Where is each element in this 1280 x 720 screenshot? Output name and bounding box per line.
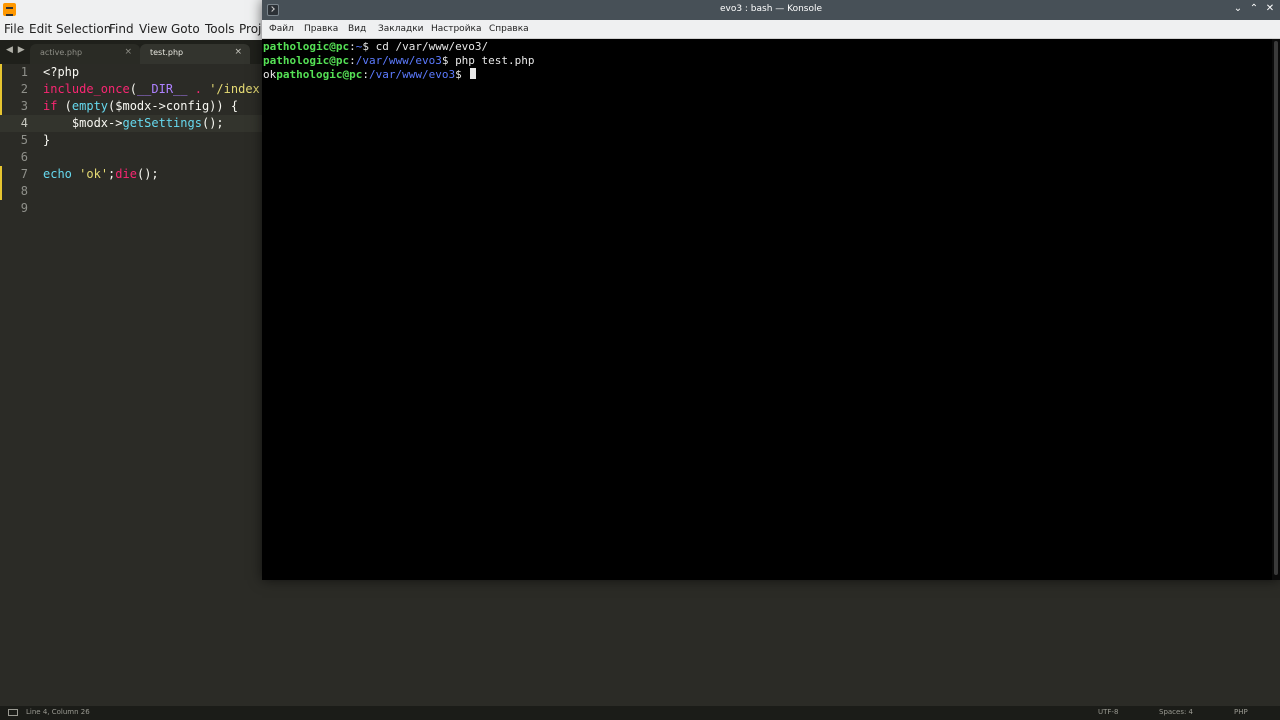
- code-token: (: [57, 99, 72, 113]
- window-title: evo3 : bash — Konsole: [719, 4, 823, 14]
- terminal-output[interactable]: pathologic@pc:~$ cd /var/www/evo3/pathol…: [262, 39, 1272, 580]
- code-token: ($modx->config)) {: [108, 99, 239, 113]
- menu-find[interactable]: Find: [109, 22, 134, 36]
- line-number: 6: [20, 150, 28, 164]
- code-token: '/index: [209, 82, 260, 96]
- code-token: die: [115, 167, 137, 181]
- konsole-menubar: Файл Правка Вид Закладки Настройка Справ…: [262, 20, 1280, 39]
- close-icon[interactable]: ×: [234, 47, 242, 57]
- code-token: empty: [71, 99, 109, 113]
- prompt-symbol: $: [362, 40, 376, 53]
- prompt-path: /var/www/evo3: [355, 54, 442, 67]
- sublime-logo-icon: [3, 3, 16, 16]
- menu-settings[interactable]: Настройка: [431, 24, 482, 34]
- menu-edit[interactable]: Edit: [29, 22, 52, 36]
- cursor-position: Line 4, Column 26: [26, 708, 90, 716]
- code-token: getSettings: [122, 116, 202, 130]
- prompt-user: pathologic@pc: [263, 54, 350, 67]
- maximize-icon[interactable]: ⌃: [1248, 3, 1260, 15]
- tab-active-php[interactable]: active.php ×: [30, 44, 140, 64]
- command-text: cd /var/www/evo3/: [375, 40, 489, 53]
- code-token: include_once: [43, 82, 130, 96]
- tab-nav-arrows-icon[interactable]: ◀ ▶: [6, 45, 26, 55]
- code-token: __DIR__: [136, 82, 188, 96]
- scrollbar-thumb[interactable]: [1274, 41, 1278, 575]
- code-token: .: [187, 82, 210, 96]
- menu-file[interactable]: File: [4, 22, 24, 36]
- line-number: 3: [20, 99, 28, 113]
- command-output: ok: [263, 68, 277, 81]
- tab-label: test.php: [150, 48, 184, 57]
- prompt-symbol: $: [441, 54, 456, 67]
- terminal-scrollbar[interactable]: [1272, 39, 1280, 580]
- status-bar: Line 4, Column 26 UTF-8 Spaces: 4 PHP: [0, 706, 1280, 720]
- code-token: $modx->: [43, 116, 123, 130]
- prompt-path: /var/www/evo3: [368, 68, 456, 81]
- line-number: 1: [20, 65, 28, 79]
- code-token: <?php: [43, 65, 80, 79]
- indentation-indicator[interactable]: Spaces: 4: [1159, 708, 1193, 716]
- line-number: 9: [20, 201, 28, 215]
- code-token: 'ok': [79, 167, 109, 181]
- command-text: php test.php: [455, 54, 535, 67]
- code-token: ();: [201, 116, 224, 130]
- prompt-separator: :: [349, 54, 356, 67]
- line-number: 8: [20, 184, 28, 198]
- code-text: }: [43, 132, 50, 149]
- code-token: ();: [136, 167, 159, 181]
- prompt-separator: :: [349, 40, 356, 53]
- panel-toggle-icon[interactable]: [8, 709, 18, 716]
- prompt-user: pathologic@pc: [276, 68, 363, 81]
- code-text: echo 'ok';die();: [43, 166, 159, 183]
- menu-tools[interactable]: Tools: [205, 22, 235, 36]
- line-number: 5: [20, 133, 28, 147]
- prompt-separator: :: [362, 68, 369, 81]
- code-token: if: [43, 99, 58, 113]
- terminal-cursor: [470, 68, 477, 79]
- code-text: $modx->getSettings();: [43, 115, 224, 132]
- code-token: }: [43, 133, 51, 147]
- terminal-line: okpathologic@pc:/var/www/evo3$: [263, 68, 477, 82]
- terminal-line: pathologic@pc:/var/www/evo3$ php test.ph…: [263, 54, 535, 68]
- code-token: echo: [43, 167, 72, 181]
- konsole-window: evo3 : bash — Konsole ⌄ ⌃ ✕ Файл Правка …: [262, 0, 1280, 580]
- code-text: <?php: [43, 64, 79, 81]
- line-number: 4: [20, 116, 28, 130]
- code-token: (: [129, 82, 137, 96]
- konsole-titlebar[interactable]: evo3 : bash — Konsole ⌄ ⌃ ✕: [262, 0, 1280, 20]
- close-icon[interactable]: ×: [124, 47, 132, 57]
- terminal-line: pathologic@pc:~$ cd /var/www/evo3/: [263, 40, 488, 54]
- menu-goto[interactable]: Goto: [171, 22, 200, 36]
- tab-label: active.php: [40, 48, 83, 57]
- menu-selection[interactable]: Selection: [56, 22, 111, 36]
- prompt-user: pathologic@pc: [263, 40, 350, 53]
- line-number: 7: [20, 167, 28, 181]
- line-number: 2: [20, 82, 28, 96]
- encoding-indicator[interactable]: UTF-8: [1098, 708, 1118, 716]
- code-text: include_once(__DIR__ . '/index: [43, 81, 260, 98]
- syntax-indicator[interactable]: PHP: [1234, 708, 1248, 716]
- menu-view[interactable]: View: [139, 22, 167, 36]
- menu-help[interactable]: Справка: [489, 24, 529, 34]
- code-text: if (empty($modx->config)) {: [43, 98, 238, 115]
- menu-bookmarks[interactable]: Закладки: [378, 24, 424, 34]
- prompt-symbol: $: [455, 68, 469, 81]
- menu-edit[interactable]: Правка: [304, 24, 338, 34]
- close-icon[interactable]: ✕: [1264, 3, 1276, 15]
- menu-view[interactable]: Вид: [348, 24, 366, 34]
- menu-file[interactable]: Файл: [269, 24, 294, 34]
- minimize-icon[interactable]: ⌄: [1232, 3, 1244, 15]
- tab-test-php[interactable]: test.php ×: [140, 44, 250, 64]
